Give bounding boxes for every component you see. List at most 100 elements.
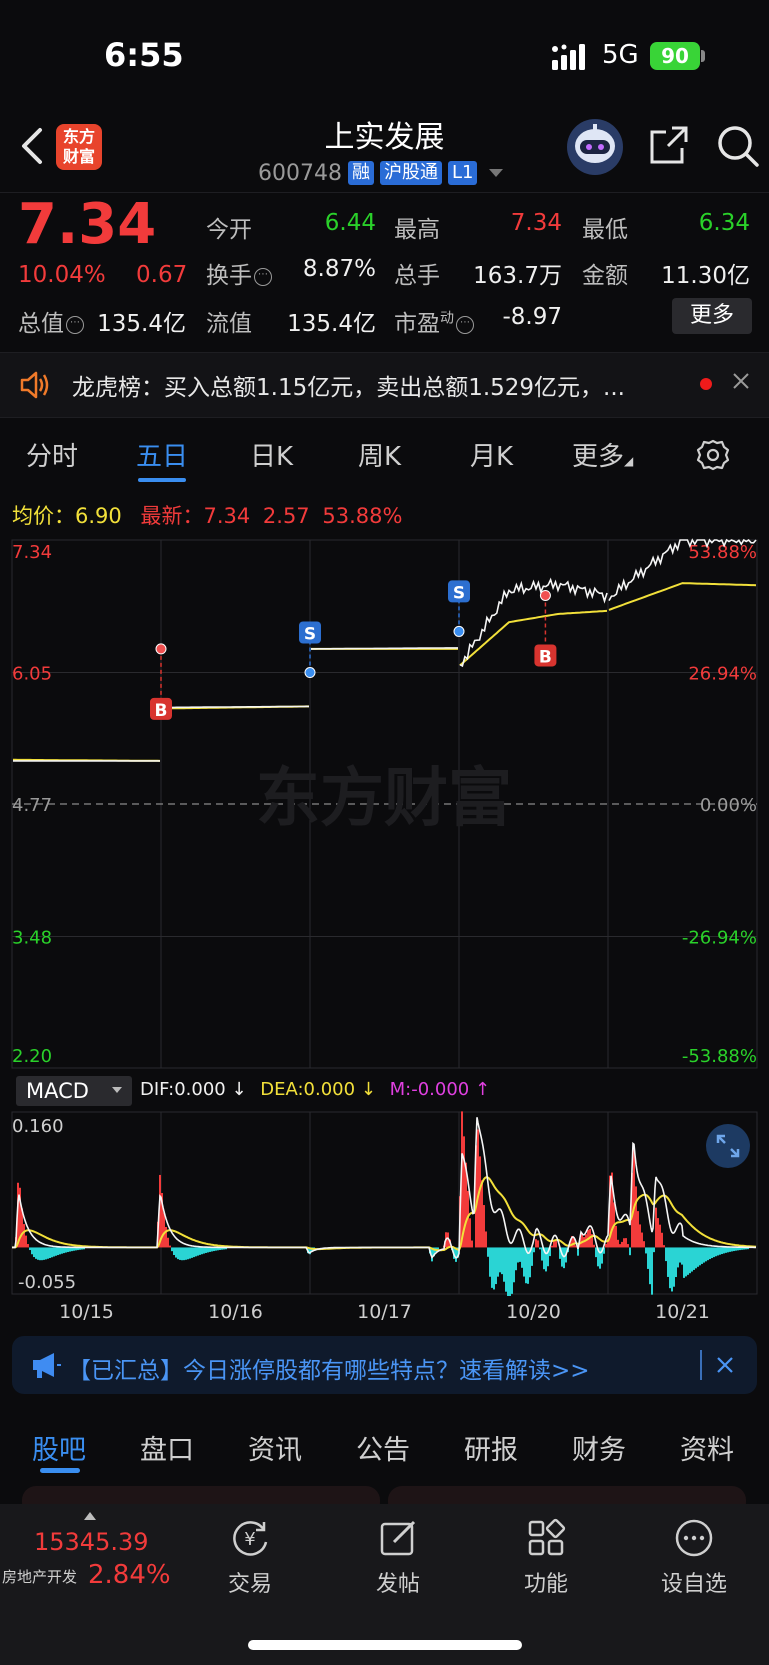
market-cap-label-text: 总值 [18, 311, 64, 337]
stock-code: 600748 [258, 160, 342, 186]
tab-announcements[interactable]: 公告 [356, 1428, 410, 1467]
trade-icon: ¥ [233, 1521, 268, 1556]
nav-functions-label: 功能 [523, 1572, 568, 1597]
tab-weekly-k[interactable]: 周K [358, 436, 401, 473]
price-line [13, 538, 757, 762]
pe-label-text: 市盈 [394, 311, 440, 337]
triangle-up-icon [84, 1512, 96, 1520]
unread-dot [700, 378, 712, 390]
tab-profile[interactable]: 资料 [680, 1428, 734, 1467]
close-icon[interactable] [732, 372, 750, 390]
divider [700, 1350, 702, 1380]
edit-icon [380, 1520, 416, 1556]
sector-index-value[interactable]: 15345.39 [34, 1528, 149, 1556]
trade-marker-label: S [453, 583, 465, 603]
date-axis: 10/15 10/16 10/17 10/20 10/21 [59, 1301, 710, 1323]
nav-add-watchlist-label: 设自选 [660, 1572, 727, 1597]
pct-axis-label: 26.94% [688, 664, 757, 685]
macd-dea-line [12, 1176, 757, 1252]
nav-trade[interactable]: ¥ 交易 [200, 1516, 300, 1598]
date-tick-label: 10/15 [59, 1301, 114, 1323]
chevron-down-icon [489, 169, 504, 177]
macd-chart[interactable]: 0.160 -0.055 [0, 1110, 769, 1296]
nav-add-watchlist[interactable]: 设自选 [644, 1516, 744, 1598]
latest-change: 2.57 [262, 504, 310, 528]
price-axis-label: 2.20 [12, 1046, 52, 1067]
more-circle-icon [675, 1519, 713, 1557]
tab-more[interactable]: 更多◢ [572, 436, 633, 473]
float-cap-value: 135.4亿 [287, 311, 376, 337]
search-icon[interactable] [716, 124, 760, 168]
high-value: 7.34 [510, 210, 562, 236]
tab-forum[interactable]: 股吧 [32, 1428, 86, 1467]
stock-subtitle[interactable]: 600748 融 沪股通 L1 [258, 158, 504, 188]
avg-price: 均价：6.90 [12, 504, 122, 528]
nav-post-label: 发帖 [375, 1572, 420, 1597]
last-price: 7.34 [18, 192, 157, 257]
tab-financials[interactable]: 财务 [572, 1428, 626, 1467]
macd-dif-line [12, 1117, 756, 1259]
tab-research[interactable]: 研报 [464, 1428, 518, 1467]
trade-marker-dot [304, 667, 316, 679]
five-day-chart[interactable]: 东方财富 7.34 53.88% 6.05 26.94% 4.77 0.00% 3.48 -26… [0, 530, 769, 1070]
volume-value: 163.7万 [473, 263, 562, 289]
macd-dea: DEA:0.000 ↓ [260, 1079, 376, 1100]
amount-label: 金额 [582, 263, 628, 289]
change-percent: 10.04% [18, 262, 106, 288]
market-cap-value: 135.4亿 [97, 311, 186, 337]
sector-index-change[interactable]: 2.84% [88, 1560, 171, 1590]
nav-post[interactable]: 发帖 [348, 1516, 448, 1598]
megaphone-icon [33, 1353, 61, 1378]
pct-axis-label: 53.88% [688, 542, 757, 563]
avg-price-line [13, 582, 757, 762]
robot-assistant-icon[interactable] [566, 118, 624, 176]
macd-values: DIF:0.000 ↓ DEA:0.000 ↓ M:-0.000 ↑ [140, 1079, 490, 1100]
active-tab-indicator [40, 1468, 80, 1473]
pe-value: -8.97 [502, 304, 562, 330]
float-cap-label: 流值 [206, 311, 252, 337]
share-icon[interactable] [648, 124, 690, 166]
amount-value: 11.30亿 [661, 263, 750, 289]
pct-axis-label: -26.94% [682, 928, 757, 949]
nav-functions[interactable]: 功能 [496, 1516, 596, 1598]
pe-label: 市盈动 ⋯ [394, 304, 474, 338]
macd-y-top-label: 0.160 [12, 1116, 64, 1137]
open-label: 今开 [206, 217, 252, 243]
tab-news[interactable]: 资讯 [248, 1428, 302, 1467]
margin-tag: 融 [347, 161, 374, 185]
date-tick-label: 10/17 [357, 1301, 412, 1323]
tab-five-day[interactable]: 五日 [136, 436, 188, 473]
low-value: 6.34 [698, 210, 750, 236]
notice-text[interactable]: 龙虎榜：买入总额1.15亿元，卖出总额1.529亿元，... [72, 368, 692, 402]
macd-y-bottom-label: -0.055 [18, 1272, 76, 1293]
home-indicator[interactable] [248, 1640, 522, 1650]
triangle-icon: ◢ [624, 454, 634, 468]
open-value: 6.44 [324, 210, 376, 236]
card-preview [22, 1486, 746, 1504]
pe-sup: 动 [440, 310, 454, 327]
info-icon[interactable]: ⋯ [254, 268, 272, 286]
trade-marker-dot [539, 589, 551, 601]
turnover-label-text: 换手 [206, 263, 252, 289]
tab-monthly-k[interactable]: 月K [470, 436, 513, 473]
chevron-down-icon [112, 1087, 122, 1093]
turnover-value: 8.87% [302, 256, 376, 282]
tab-order-book[interactable]: 盘口 [140, 1428, 194, 1467]
promo-text[interactable]: 【已汇总】今日涨停股都有哪些特点？速看解读>> [68, 1351, 590, 1385]
pct-axis-label: -53.88% [682, 1046, 757, 1067]
tab-intraday[interactable]: 分时 [26, 436, 78, 473]
gear-icon[interactable] [696, 438, 730, 472]
more-button[interactable]: 更多 [672, 298, 752, 334]
tab-more-label: 更多 [572, 442, 625, 472]
expand-icon[interactable] [706, 1124, 750, 1168]
grid-icon [528, 1518, 566, 1556]
trade-marker-label: B [155, 701, 168, 721]
battery-icon: 90 [650, 42, 700, 70]
svg-text:¥: ¥ [244, 1529, 255, 1550]
info-icon[interactable]: ⋯ [66, 316, 84, 334]
connect-tag: 沪股通 [379, 161, 442, 185]
tab-daily-k[interactable]: 日K [250, 436, 293, 473]
close-icon[interactable] [716, 1356, 734, 1374]
sector-index-name[interactable]: 房地产开发 [2, 1566, 77, 1587]
info-icon[interactable]: ⋯ [456, 316, 474, 334]
